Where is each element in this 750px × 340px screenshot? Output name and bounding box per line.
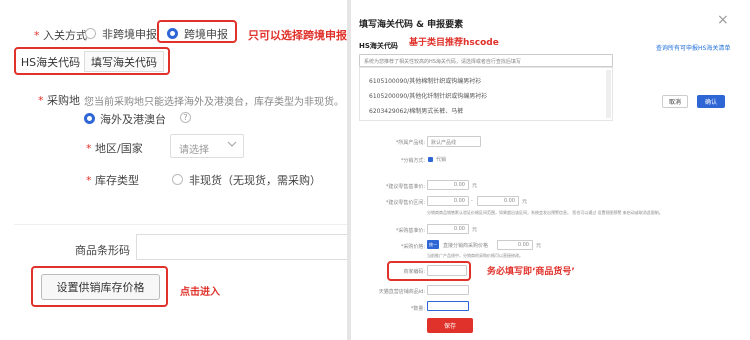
set-price-button[interactable]: 设置供销库存价格: [41, 274, 160, 300]
purchase-price-label: *采购基准价:: [395, 228, 425, 234]
range-to-input[interactable]: 0.00: [477, 196, 519, 206]
category-select[interactable]: 默认产品线: [427, 136, 481, 147]
stock-type-label: * 库存类型: [86, 174, 139, 187]
range-from-value: 0.00: [453, 198, 465, 204]
hs-search-input[interactable]: 系统为您推荐了相关性较高的HS海关代码，请选择或者自行查找后填写: [359, 54, 613, 67]
gift-input[interactable]: [427, 285, 469, 295]
range-unit: 元: [522, 199, 528, 205]
range-note: 分销商商品销售默认验证价格区间范围，如果超出该区间，系统会发出预警信息。 您也可…: [427, 210, 663, 215]
purchase-mode-input[interactable]: 0.00: [497, 240, 533, 250]
radio-crossborder[interactable]: [167, 28, 178, 39]
retail-price-value: 0.00: [453, 182, 465, 188]
quantity-input[interactable]: [427, 301, 469, 311]
hs-section-label: HS海关代码: [359, 42, 398, 50]
purchase-mode-text: 直接分销商采购价格: [443, 243, 489, 249]
annotation-only-crossborder: 只可以选择跨境申报: [248, 29, 347, 42]
hs-search-placeholder: 系统为您推荐了相关性较高的HS海关代码，请选择或者自行查找后填写: [364, 59, 521, 65]
chevron-down-icon: [225, 137, 239, 154]
close-icon[interactable]: ×: [717, 12, 729, 28]
hs-code-modal: 填写海关代码 & 申报要素 × HS海关代码 基于类目推荐hscode 查询所有…: [351, 0, 750, 340]
category-value: 默认产品线: [431, 140, 457, 146]
region-placeholder: 请选择: [179, 145, 209, 156]
radio-overseas[interactable]: [84, 113, 95, 124]
share-label: *分销方式:: [400, 158, 425, 164]
annotation-recommend: 基于类目推荐hscode: [409, 38, 499, 48]
purchase-mode-value: 0.00: [517, 242, 529, 248]
tab-fill-code[interactable]: 填写海关代码: [84, 51, 164, 72]
region-label: * 地区/国家: [86, 142, 143, 155]
option-overseas[interactable]: 海外及港澳台: [100, 111, 166, 127]
purchase-label: * 采购地: [38, 94, 80, 107]
separator-line: [14, 224, 347, 225]
purchase-price-input[interactable]: 0.00: [427, 224, 469, 234]
purchase-price-unit: 元: [472, 227, 478, 233]
purchase-mode-label: *采购价格:: [400, 244, 425, 250]
modal-title: 填写海关代码 & 申报要素: [359, 20, 464, 30]
purchase-mode-tag[interactable]: 统一: [427, 240, 439, 249]
hs-suggestion-list: 6105100090/其他棉制针织或钩编男衬衫 6105200090/其他化纤制…: [359, 67, 613, 121]
radio-non-crossborder[interactable]: [85, 28, 96, 39]
purchase-hint: 您当前采购地只能选择海外及港澳台，库存类型为非现货。: [84, 97, 344, 108]
radio-non-stock[interactable]: [172, 174, 183, 185]
merchant-code-label: 商家编码:: [403, 269, 425, 275]
gift-label: 天猫直营店铺商品id:: [378, 289, 425, 295]
suggestion-item-2[interactable]: 6105200090/其他化纤制针织或钩编男衬衫: [369, 91, 487, 100]
purchase-price-value: 0.00: [453, 226, 465, 232]
option-non-crossborder[interactable]: 非跨境申报: [102, 26, 157, 42]
range-to-value: 0.00: [503, 198, 515, 204]
share-value: 代销: [436, 157, 447, 163]
option-non-stock[interactable]: 非现货（无现货，需采购）: [189, 172, 321, 188]
barcode-label: 商品条形码: [75, 244, 130, 257]
share-checkbox[interactable]: [428, 157, 433, 162]
tab-hs-code[interactable]: HS海关代码: [19, 51, 82, 72]
confirm-button[interactable]: 确认: [697, 95, 725, 108]
purchase-mode-unit: 元: [536, 243, 542, 249]
entry-method-label: * 入关方式: [34, 29, 87, 42]
query-all-link[interactable]: 查询所有可申报HS海关清单: [656, 43, 730, 52]
retail-price-input[interactable]: 0.00: [427, 180, 469, 190]
left-panel: * 入关方式 非跨境申报 跨境申报 只可以选择跨境申报 HS海关代码 填写海关代…: [0, 0, 347, 340]
purchase-note: 当前推广产品线中，分销商的采购价格可以直接修改。: [427, 253, 523, 258]
annotation-must-fill: 务必填写即‘商品货号’: [487, 267, 575, 277]
suggestion-item-3[interactable]: 6203429062/棉制男式长裤、马裤: [369, 106, 463, 115]
option-crossborder[interactable]: 跨境申报: [184, 26, 228, 42]
barcode-input[interactable]: [136, 234, 347, 260]
range-separator: -: [471, 198, 473, 204]
suggestion-item-1[interactable]: 6105100090/其他棉制针织或钩编男衬衫: [369, 76, 481, 85]
help-icon[interactable]: ?: [180, 112, 191, 123]
annotation-click-enter: 点击进入: [180, 287, 220, 298]
range-from-input[interactable]: 0.00: [427, 196, 469, 206]
retail-price-label: *建议零售基准价:: [385, 184, 425, 190]
retail-price-unit: 元: [472, 183, 478, 189]
cancel-button[interactable]: 取消: [662, 95, 688, 108]
suggestion-scrollbar[interactable]: [606, 70, 611, 118]
save-button[interactable]: 保存: [427, 318, 473, 333]
category-label: *所属产品线:: [395, 140, 425, 146]
quantity-label: *数量:: [410, 306, 425, 312]
merchant-code-input[interactable]: [427, 265, 467, 276]
region-select[interactable]: 请选择: [170, 134, 244, 158]
retail-range-label: *建议零售价区间:: [385, 200, 425, 206]
